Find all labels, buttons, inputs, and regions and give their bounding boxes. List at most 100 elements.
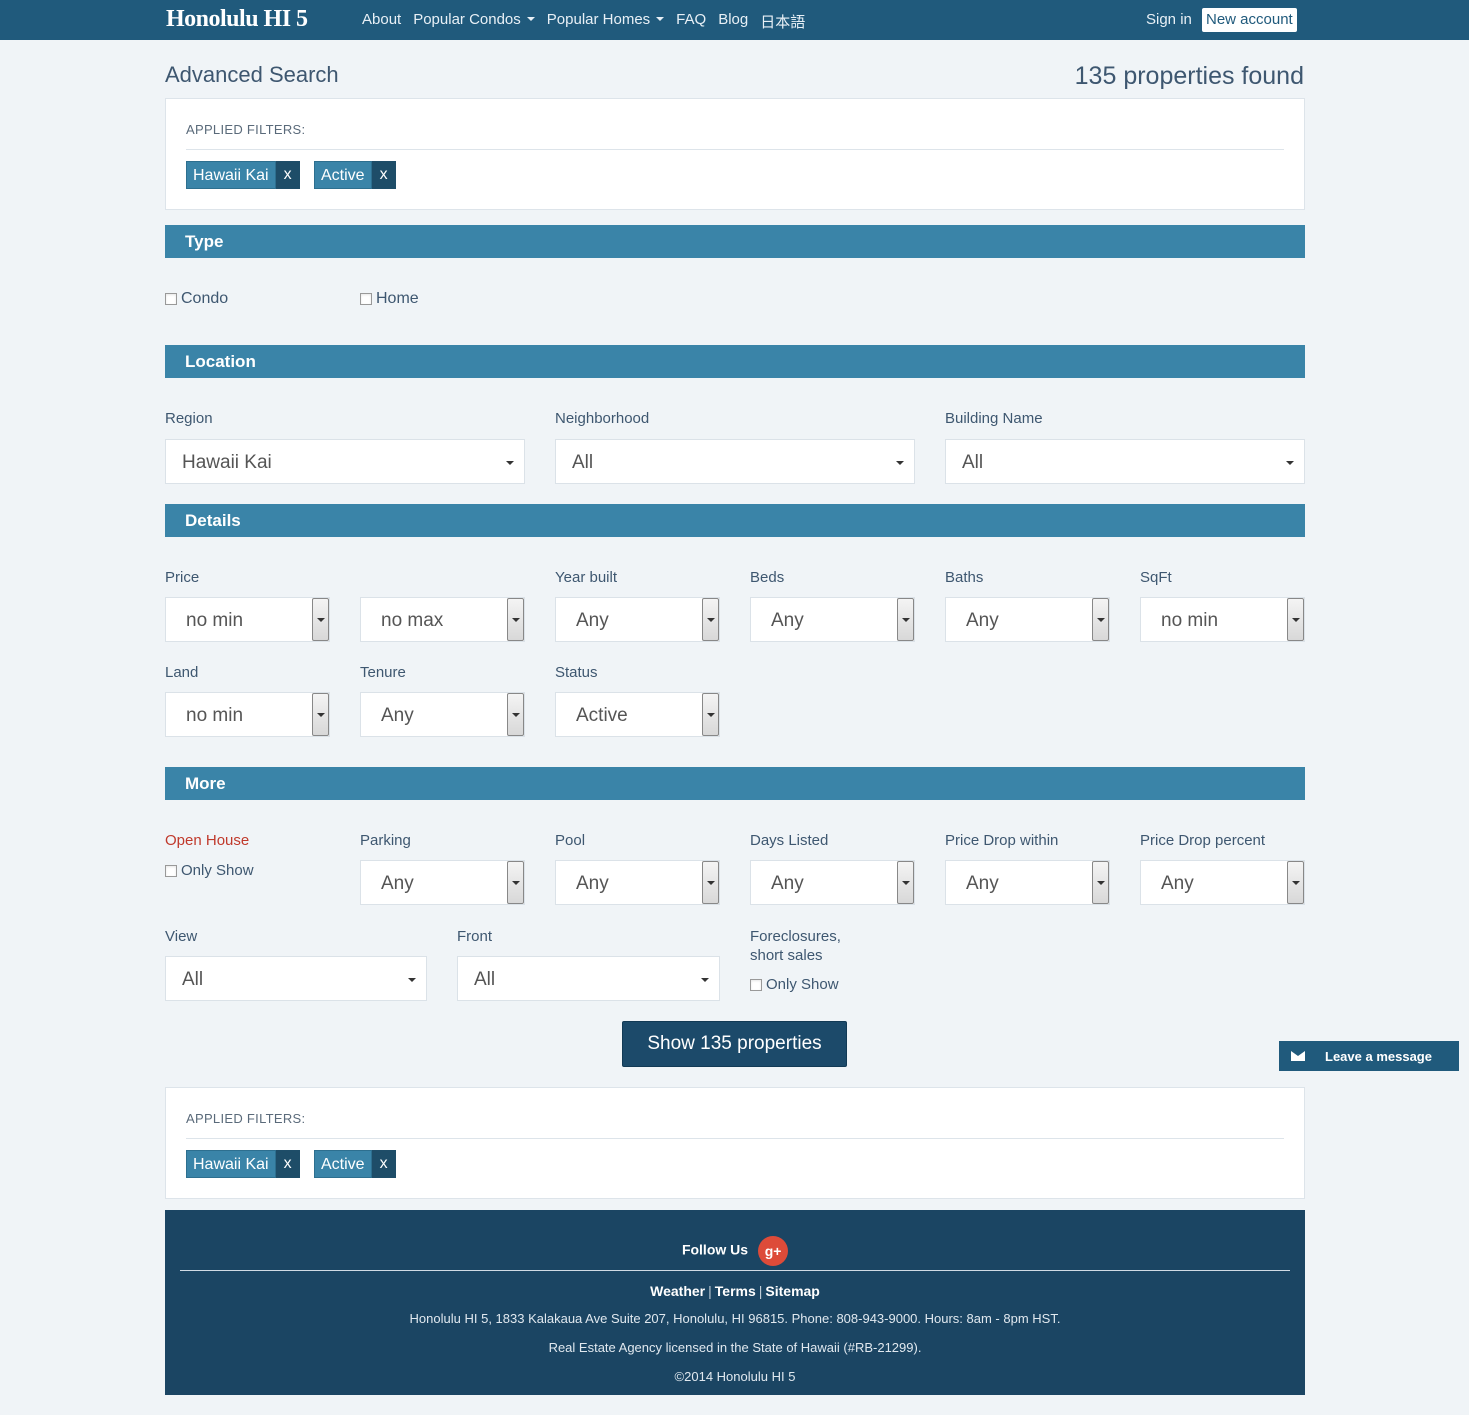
price-min-select[interactable]: no min	[165, 597, 330, 642]
top-navbar: Honolulu HI 5 About Popular Condos Popul…	[0, 0, 1469, 40]
pool-select[interactable]: Any	[555, 860, 720, 905]
view-select[interactable]: All	[165, 956, 427, 1001]
parking-value: Any	[381, 873, 414, 894]
neighborhood-select[interactable]: All	[555, 439, 915, 484]
filter-chip-label: Active	[314, 161, 372, 189]
chevron-down-icon	[408, 978, 416, 982]
dropdown-button[interactable]	[1092, 861, 1109, 904]
checkbox-box[interactable]	[360, 293, 372, 305]
region-value: Hawaii Kai	[182, 452, 272, 473]
tenure-value: Any	[381, 705, 414, 726]
remove-filter-button[interactable]: x	[275, 1150, 300, 1178]
leave-message-widget[interactable]: Leave a message	[1279, 1041, 1459, 1071]
region-select[interactable]: Hawaii Kai	[165, 439, 525, 484]
show-properties-button[interactable]: Show 135 properties	[622, 1021, 847, 1067]
parking-select[interactable]: Any	[360, 860, 525, 905]
foreclosures-checkbox[interactable]: Only Show	[750, 976, 839, 993]
price-max-select[interactable]: no max	[360, 597, 525, 642]
separator: |	[708, 1283, 712, 1299]
footer: Follow Us g+ Weather | Terms | Sitemap Honolu…	[165, 1210, 1305, 1395]
checkbox-box[interactable]	[165, 293, 177, 305]
beds-label: Beds	[750, 569, 785, 586]
dropdown-button[interactable]	[507, 598, 524, 641]
sqft-select[interactable]: no min	[1140, 597, 1305, 642]
parking-label: Parking	[360, 832, 411, 849]
pool-label: Pool	[555, 832, 586, 849]
results-count: 135 properties found	[1074, 62, 1304, 90]
foreclosures-label-line1: Foreclosures,	[750, 928, 841, 945]
checkbox-box[interactable]	[750, 978, 762, 991]
days-listed-select[interactable]: Any	[750, 860, 915, 905]
follow-us: Follow Us g+	[165, 1236, 1305, 1266]
foreclosures-label: Foreclosures, short sales	[750, 927, 841, 965]
dropdown-button[interactable]	[312, 598, 329, 641]
chevron-down-icon	[526, 17, 535, 22]
open-house-checkbox[interactable]: Only Show	[165, 862, 254, 879]
beds-select[interactable]: Any	[750, 597, 915, 642]
dropdown-button[interactable]	[702, 598, 719, 641]
sign-in-link[interactable]: Sign in	[1146, 11, 1192, 28]
nav-about[interactable]: About	[362, 11, 401, 32]
front-value: All	[474, 969, 496, 990]
dropdown-button[interactable]	[312, 693, 329, 736]
building-name-select[interactable]: All	[945, 439, 1305, 484]
price-drop-within-value: Any	[966, 873, 999, 894]
chevron-down-icon	[896, 461, 904, 465]
neighborhood-label: Neighborhood	[555, 410, 650, 427]
nav-popular-homes-label: Popular Homes	[546, 11, 651, 28]
dropdown-button[interactable]	[507, 693, 524, 736]
region-label: Region	[165, 410, 213, 427]
neighborhood-value: All	[572, 452, 594, 473]
filter-chip-region: Hawaii Kai x	[186, 161, 300, 189]
nav-popular-condos[interactable]: Popular Condos	[413, 11, 535, 32]
chevron-down-icon	[506, 461, 514, 465]
only-show-label: Only Show	[181, 862, 254, 879]
dropdown-button[interactable]	[1287, 598, 1304, 641]
baths-select[interactable]: Any	[945, 597, 1110, 642]
front-select[interactable]: All	[457, 956, 720, 1001]
condo-checkbox[interactable]: Condo	[165, 290, 228, 308]
footer-address: Honolulu HI 5, 1833 Kalakaua Ave Suite 2…	[409, 1311, 1061, 1326]
footer-links: Weather | Terms | Sitemap	[165, 1283, 1305, 1299]
dropdown-button[interactable]	[702, 861, 719, 904]
remove-filter-button[interactable]: x	[275, 161, 300, 189]
dropdown-button[interactable]	[702, 693, 719, 736]
year-built-select[interactable]: Any	[555, 597, 720, 642]
dropdown-button[interactable]	[1287, 861, 1304, 904]
dropdown-button[interactable]	[1092, 598, 1109, 641]
only-show-label: Only Show	[766, 976, 839, 993]
days-listed-label: Days Listed	[750, 832, 829, 849]
footer-link-terms[interactable]: Terms	[715, 1283, 756, 1299]
new-account-button[interactable]: New account	[1202, 8, 1297, 32]
nav-popular-homes[interactable]: Popular Homes	[546, 11, 665, 32]
section-details: Details	[165, 504, 1305, 537]
price-drop-percent-label: Price Drop percent	[1140, 832, 1266, 849]
price-drop-percent-select[interactable]: Any	[1140, 860, 1305, 905]
remove-filter-button[interactable]: x	[371, 161, 396, 189]
dropdown-button[interactable]	[897, 598, 914, 641]
status-select[interactable]: Active	[555, 692, 720, 737]
dropdown-button[interactable]	[507, 861, 524, 904]
home-label: Home	[376, 290, 419, 307]
nav-japanese[interactable]: 日本語	[760, 11, 805, 32]
nav-faq[interactable]: FAQ	[676, 11, 706, 32]
divider	[186, 149, 1284, 150]
price-drop-within-select[interactable]: Any	[945, 860, 1110, 905]
footer-link-weather[interactable]: Weather	[650, 1283, 705, 1299]
remove-filter-button[interactable]: x	[371, 1150, 396, 1178]
checkbox-box[interactable]	[165, 864, 177, 877]
applied-filters-label: APPLIED FILTERS:	[186, 1111, 306, 1126]
dropdown-button[interactable]	[897, 861, 914, 904]
google-plus-icon[interactable]: g+	[758, 1236, 789, 1266]
price-drop-within-label: Price Drop within	[945, 832, 1059, 849]
home-checkbox[interactable]: Home	[360, 290, 419, 308]
land-select[interactable]: no min	[165, 692, 330, 737]
nav-blog[interactable]: Blog	[718, 11, 748, 32]
site-logo[interactable]: Honolulu HI 5	[166, 6, 308, 33]
nav-popular-condos-label: Popular Condos	[413, 11, 521, 28]
beds-value: Any	[771, 610, 804, 631]
footer-link-sitemap[interactable]: Sitemap	[765, 1283, 819, 1299]
price-min-value: no min	[186, 610, 244, 631]
tenure-select[interactable]: Any	[360, 692, 525, 737]
section-more: More	[165, 767, 1305, 800]
